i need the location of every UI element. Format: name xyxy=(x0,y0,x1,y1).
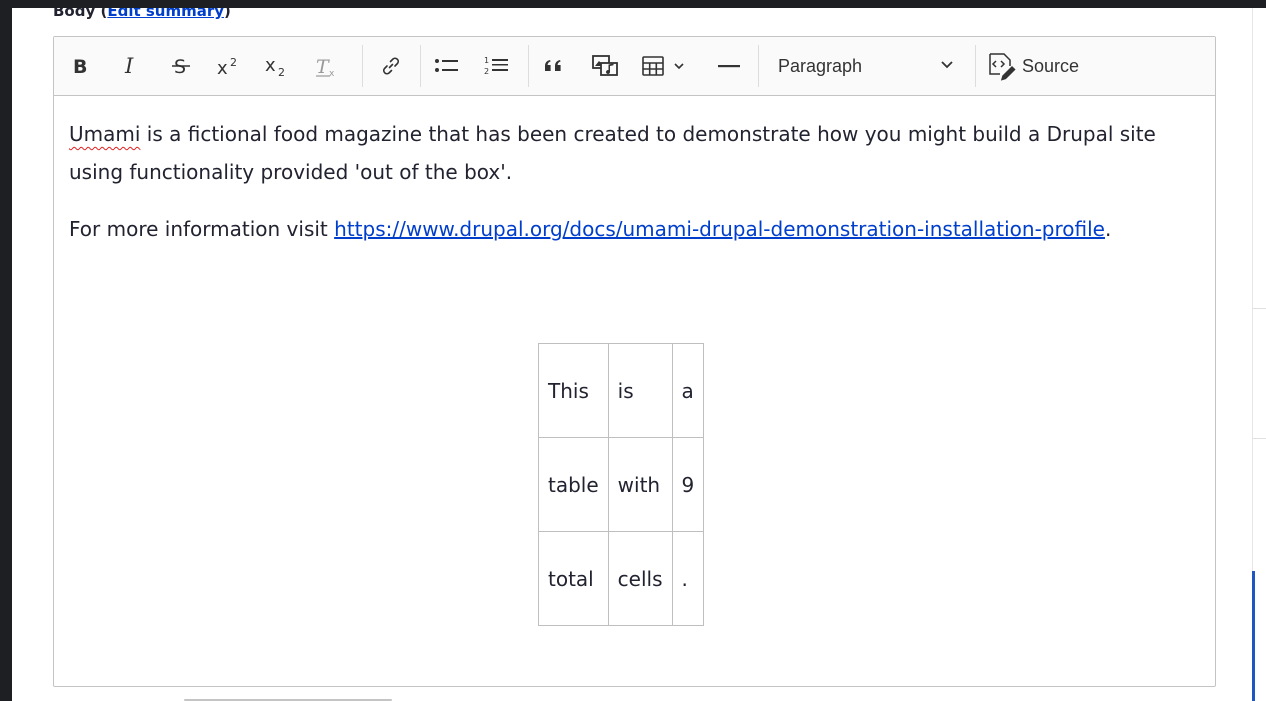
subscript-button[interactable]: x2 xyxy=(260,49,294,83)
table-cell[interactable]: 9 xyxy=(671,437,705,532)
table-cell[interactable]: This xyxy=(538,343,609,438)
body-label-text: Body xyxy=(53,8,96,20)
numbered-list-icon: 1 2 xyxy=(484,56,508,76)
link-button[interactable] xyxy=(374,49,408,83)
remove-format-button[interactable]: Tx xyxy=(312,49,342,83)
table-cell[interactable]: is xyxy=(607,343,673,438)
insert-table-button[interactable] xyxy=(638,49,692,83)
sidebar-active-indicator xyxy=(1252,571,1255,701)
svg-text:x: x xyxy=(217,58,228,77)
numbered-list-button[interactable]: 1 2 xyxy=(480,49,514,83)
svg-text:I: I xyxy=(124,55,134,77)
svg-text:T: T xyxy=(316,56,330,78)
editor-toolbar: B I S x2 x2 Tx 1 2 Paragraph Source xyxy=(54,37,1215,96)
edit-summary-link[interactable]: Edit summary xyxy=(107,8,224,20)
table-cell[interactable]: . xyxy=(671,531,705,626)
toolbar-separator xyxy=(362,45,363,87)
table-cell[interactable]: a xyxy=(671,343,705,438)
media-icon xyxy=(592,55,618,76)
window-frame-top xyxy=(0,0,1266,8)
link-icon xyxy=(383,57,399,75)
superscript-button[interactable]: x2 xyxy=(212,49,246,83)
remove-format-icon: Tx xyxy=(316,56,335,78)
italic-icon: I xyxy=(124,55,134,77)
editor-content[interactable]: Umami is a fictional food magazine that … xyxy=(54,96,1215,686)
italic-button[interactable]: I xyxy=(116,49,146,83)
paragraph-text: . xyxy=(1104,217,1112,241)
ckeditor: B I S x2 x2 Tx 1 2 Paragraph Source Umam… xyxy=(53,36,1216,687)
svg-text:2: 2 xyxy=(230,56,237,69)
sidebar-divider xyxy=(1253,308,1266,309)
page: Body (Edit summary) B I S x2 x2 T x 1 2 … xyxy=(12,8,1266,701)
window-frame-left xyxy=(0,0,12,701)
chevron-down-icon xyxy=(941,61,953,69)
svg-text:2: 2 xyxy=(484,67,489,76)
bold-button[interactable]: B xyxy=(66,49,96,83)
label-close-paren: ) xyxy=(224,8,231,20)
strikethrough-icon: S xyxy=(172,56,190,77)
source-icon xyxy=(989,53,1016,81)
toolbar-separator xyxy=(528,45,529,87)
body-field-label: Body (Edit summary) xyxy=(53,8,231,20)
block-quote-button[interactable] xyxy=(538,49,572,83)
toolbar-separator xyxy=(420,45,421,87)
heading-dropdown[interactable]: Paragraph xyxy=(767,49,961,83)
label-open-paren: ( xyxy=(95,8,108,20)
insert-media-button[interactable] xyxy=(588,49,624,83)
table-row: This is a xyxy=(538,343,705,438)
source-button[interactable]: Source xyxy=(986,49,1079,83)
quote-icon xyxy=(545,60,561,71)
table-cell[interactable]: with xyxy=(607,437,673,532)
strikethrough-button[interactable]: S xyxy=(166,49,196,83)
horizontal-line-button[interactable] xyxy=(714,49,744,83)
subscript-icon: x2 xyxy=(265,55,285,78)
bulleted-list-button[interactable] xyxy=(430,49,464,83)
horizontal-line-icon xyxy=(718,65,740,68)
paragraph-text: is a fictional food magazine that has be… xyxy=(69,122,1156,184)
sidebar-divider xyxy=(1253,438,1266,439)
table-row: table with 9 xyxy=(538,437,705,532)
table-row: total cells . xyxy=(538,531,705,626)
svg-text:x: x xyxy=(329,69,335,78)
table-cell[interactable]: total xyxy=(538,531,609,626)
heading-dropdown-value: Paragraph xyxy=(778,55,863,76)
svg-text:x: x xyxy=(265,55,276,76)
table-cell[interactable]: table xyxy=(538,437,609,532)
superscript-icon: x2 xyxy=(217,56,237,77)
content-table: This is a table with 9 total cells . xyxy=(538,343,705,626)
bold-icon: B xyxy=(73,56,87,76)
paragraph: Umami is a fictional food magazine that … xyxy=(69,115,1189,191)
svg-text:2: 2 xyxy=(278,66,285,78)
misspelled-word[interactable]: Umami xyxy=(69,122,140,146)
toolbar-separator xyxy=(758,45,759,87)
bulleted-list-icon xyxy=(435,59,458,72)
table-icon xyxy=(642,56,684,76)
table-cell[interactable]: cells xyxy=(607,531,673,626)
toolbar-separator xyxy=(975,45,976,87)
paragraph: For more information visit https://www.d… xyxy=(69,210,1189,248)
svg-text:1: 1 xyxy=(484,56,489,65)
svg-text:B: B xyxy=(73,56,87,76)
drupal-docs-link[interactable]: https://www.drupal.org/docs/umami-drupal… xyxy=(334,217,1105,241)
source-label: Source xyxy=(1022,55,1080,76)
paragraph-text: For more information visit xyxy=(69,217,335,241)
